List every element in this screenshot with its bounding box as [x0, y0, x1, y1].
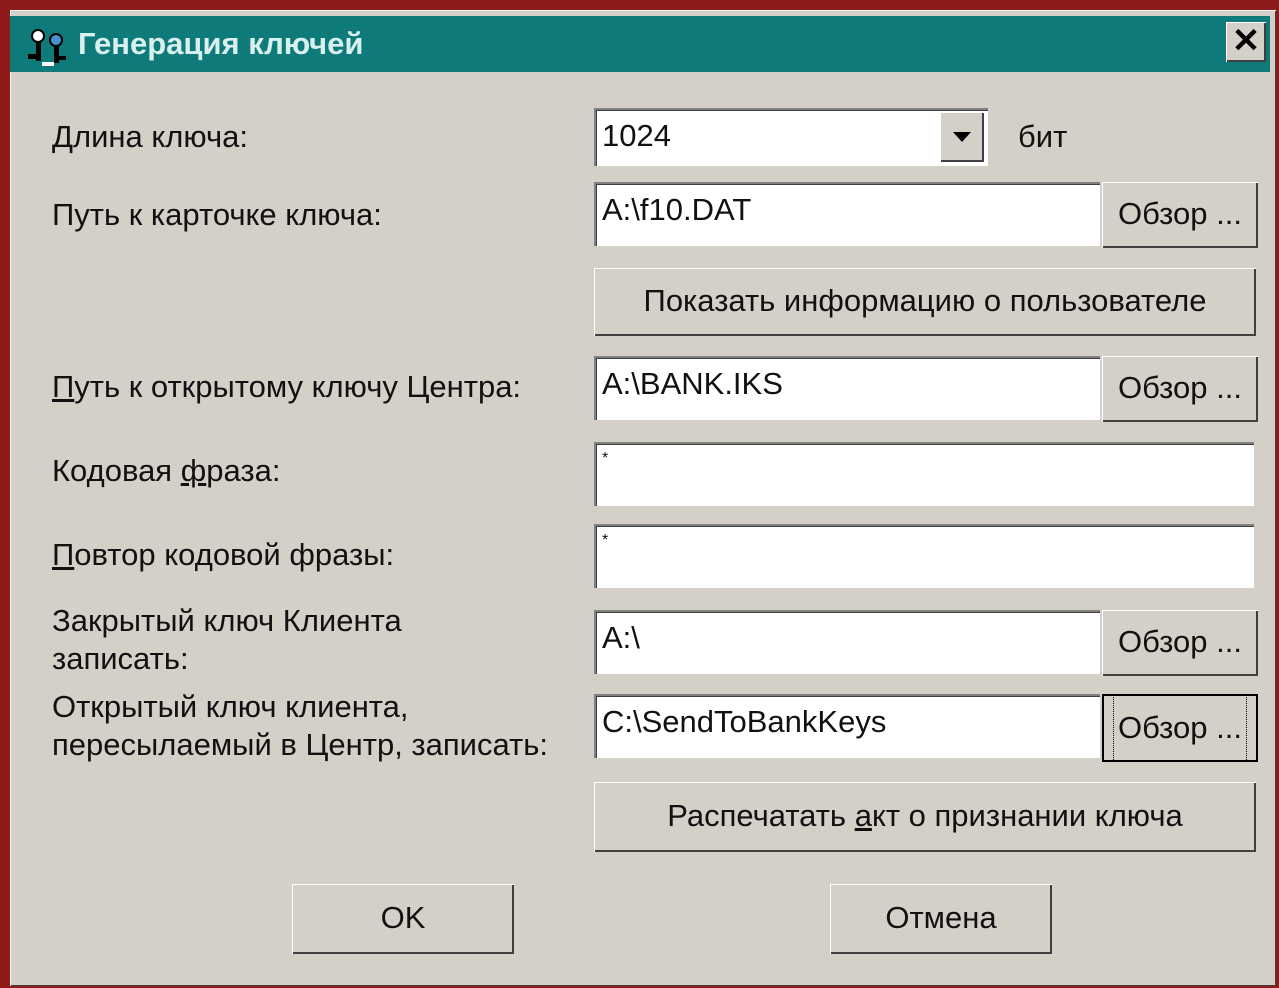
client-private-key-input[interactable]: A:\	[594, 610, 1100, 674]
print-act-button[interactable]: Распечатать акт о признании ключа	[594, 782, 1256, 852]
window-title: Генерация ключей	[78, 26, 364, 61]
passphrase-repeat-value: *	[602, 532, 609, 549]
key-length-label: Длина ключа:	[52, 119, 248, 154]
client-private-key-browse-button[interactable]: Обзор ...	[1102, 610, 1258, 676]
center-public-key-input[interactable]: A:\BANK.IKS	[594, 356, 1100, 420]
client-public-key-input[interactable]: C:\SendToBankKeys	[594, 694, 1100, 758]
client-private-key-label-line2: записать:	[52, 641, 189, 676]
client-public-key-browse-label: Обзор ...	[1113, 694, 1247, 762]
passphrase-repeat-label: Повтор кодовой фразы:	[52, 537, 395, 572]
chevron-down-icon[interactable]	[940, 112, 984, 162]
cancel-button[interactable]: Отмена	[830, 884, 1052, 954]
client-public-key-browse-button[interactable]: Обзор ...	[1102, 694, 1258, 762]
passphrase-label: Кодовая фраза:	[52, 453, 281, 488]
key-length-select[interactable]: 1024	[594, 108, 988, 166]
center-public-key-value: A:\BANK.IKS	[602, 366, 783, 401]
client-public-key-label-line2: пересылаемый в Центр, записать:	[52, 727, 548, 762]
key-length-value: 1024	[602, 118, 671, 153]
passphrase-value: *	[602, 450, 609, 467]
center-public-key-browse-button[interactable]: Обзор ...	[1102, 356, 1258, 422]
show-user-info-button[interactable]: Показать информацию о пользователе	[594, 268, 1256, 336]
key-card-path-value: A:\f10.DAT	[602, 192, 752, 227]
ok-button[interactable]: OK	[292, 884, 514, 954]
title-bar[interactable]: Генерация ключей ✕	[10, 16, 1270, 72]
client-private-key-value: A:\	[602, 620, 640, 655]
passphrase-repeat-input[interactable]: *	[594, 524, 1254, 588]
key-card-path-input[interactable]: A:\f10.DAT	[594, 182, 1100, 246]
close-button[interactable]: ✕	[1226, 22, 1266, 62]
client-public-key-label-line1: Открытый ключ клиента,	[52, 689, 409, 724]
center-public-key-label: Путь к открытому ключу Центра:	[52, 369, 522, 404]
passphrase-input[interactable]: *	[594, 442, 1254, 506]
client-public-key-value: C:\SendToBankKeys	[602, 704, 887, 739]
client-private-key-label-line1: Закрытый ключ Клиента	[52, 603, 402, 638]
keys-app-icon	[26, 26, 68, 66]
key-card-path-label: Путь к карточке ключа:	[52, 197, 382, 232]
key-length-unit: бит	[1018, 119, 1068, 154]
key-card-browse-button[interactable]: Обзор ...	[1102, 182, 1258, 248]
